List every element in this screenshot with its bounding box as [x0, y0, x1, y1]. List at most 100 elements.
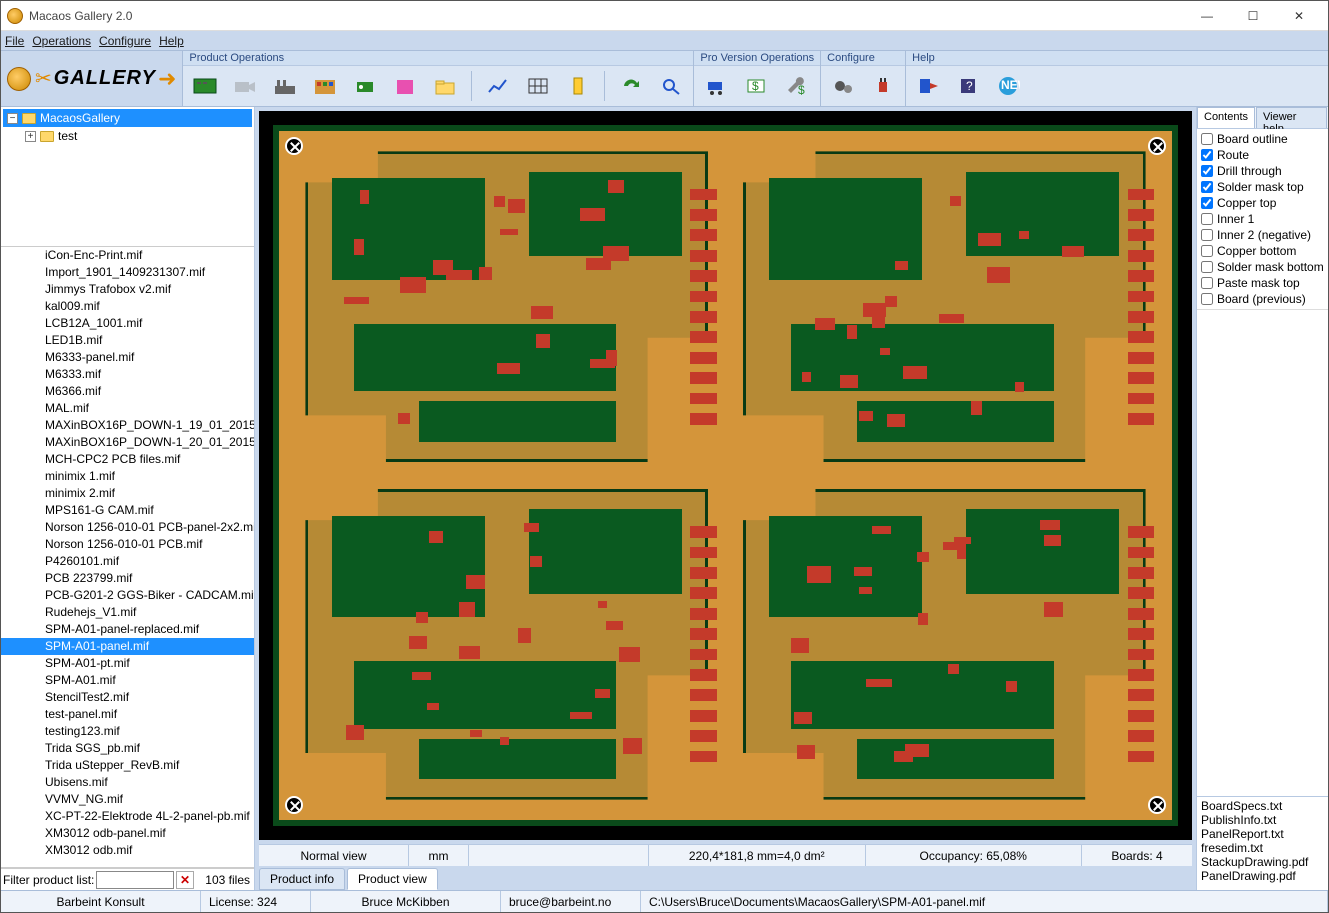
layer-checkbox[interactable]: Route	[1201, 147, 1324, 163]
tool-new-icon[interactable]: NEW!	[990, 68, 1026, 104]
maximize-button[interactable]: ☐	[1230, 1, 1276, 31]
tree-child[interactable]: + test	[3, 127, 252, 145]
layer-checkbox[interactable]: Solder mask top	[1201, 179, 1324, 195]
list-item[interactable]: M6333-panel.mif	[1, 349, 254, 366]
list-item[interactable]: StencilTest2.mif	[1, 689, 254, 706]
list-item[interactable]: Trida uStepper_RevB.mif	[1, 757, 254, 774]
list-item[interactable]: SPM-A01-panel.mif	[1, 638, 254, 655]
list-item[interactable]: LCB12A_1001.mif	[1, 315, 254, 332]
layer-checkbox[interactable]: Drill through	[1201, 163, 1324, 179]
list-item[interactable]: XC-PT-22-Elektrode 4L-2-panel-pb.mif	[1, 808, 254, 825]
menu-operations[interactable]: Operations	[32, 34, 91, 48]
checkbox[interactable]	[1201, 181, 1213, 193]
close-button[interactable]: ✕	[1276, 1, 1322, 31]
tool-search-icon[interactable]	[653, 68, 689, 104]
list-item[interactable]: SPM-A01-panel-replaced.mif	[1, 621, 254, 638]
tool-cart-icon[interactable]	[698, 68, 734, 104]
list-item[interactable]: PCB 223799.mif	[1, 570, 254, 587]
tool-grid-icon[interactable]	[520, 68, 556, 104]
minimize-button[interactable]: —	[1184, 1, 1230, 31]
layer-checkbox[interactable]: Paste mask top	[1201, 275, 1324, 291]
folder-tree[interactable]: − MacaosGallery + test	[1, 107, 254, 247]
tool-factory-icon[interactable]	[267, 68, 303, 104]
doc-item[interactable]: PanelDrawing.pdf	[1201, 869, 1324, 883]
list-item[interactable]: minimix 1.mif	[1, 468, 254, 485]
tool-gears-icon[interactable]	[825, 68, 861, 104]
list-item[interactable]: VVMV_NG.mif	[1, 791, 254, 808]
doc-item[interactable]: BoardSpecs.txt	[1201, 799, 1324, 813]
list-item[interactable]: PCB-G201-2 GGS-Biker - CADCAM.mif	[1, 587, 254, 604]
tab-contents[interactable]: Contents	[1197, 107, 1255, 128]
list-item[interactable]: Rudehejs_V1.mif	[1, 604, 254, 621]
tool-pink-icon[interactable]	[387, 68, 423, 104]
doc-list[interactable]: BoardSpecs.txtPublishInfo.txtPanelReport…	[1197, 796, 1328, 890]
list-item[interactable]: SPM-A01.mif	[1, 672, 254, 689]
doc-item[interactable]: fresedim.txt	[1201, 841, 1324, 855]
tool-plug-icon[interactable]	[865, 68, 901, 104]
checkbox[interactable]	[1201, 197, 1213, 209]
tool-wrench-money-icon[interactable]: $	[778, 68, 814, 104]
checkbox[interactable]	[1201, 277, 1213, 289]
list-item[interactable]: MAXinBOX16P_DOWN-1_19_01_2015.mif	[1, 417, 254, 434]
doc-item[interactable]: PublishInfo.txt	[1201, 813, 1324, 827]
file-list[interactable]: iCon-Enc-Print.mifImport_1901_1409231307…	[1, 247, 254, 868]
tool-board-icon[interactable]	[187, 68, 223, 104]
checkbox[interactable]	[1201, 261, 1213, 273]
tool-chart-icon[interactable]	[480, 68, 516, 104]
checkbox[interactable]	[1201, 229, 1213, 241]
tool-palette-icon[interactable]	[307, 68, 343, 104]
checkbox[interactable]	[1201, 245, 1213, 257]
tool-exit-icon[interactable]	[910, 68, 946, 104]
list-item[interactable]: XM3012 odb-panel.mif	[1, 825, 254, 842]
list-item[interactable]: MAL.mif	[1, 400, 254, 417]
list-item[interactable]: SPM-A01-pt.mif	[1, 655, 254, 672]
list-item[interactable]: MPS161-G CAM.mif	[1, 502, 254, 519]
list-item[interactable]: M6366.mif	[1, 383, 254, 400]
checkbox[interactable]	[1201, 293, 1213, 305]
layer-checkbox[interactable]: Inner 1	[1201, 211, 1324, 227]
list-item[interactable]: P4260101.mif	[1, 553, 254, 570]
tree-root[interactable]: − MacaosGallery	[3, 109, 252, 127]
list-item[interactable]: Norson 1256-010-01 PCB.mif	[1, 536, 254, 553]
list-item[interactable]: LED1B.mif	[1, 332, 254, 349]
doc-item[interactable]: StackupDrawing.pdf	[1201, 855, 1324, 869]
clear-filter-button[interactable]: ✕	[176, 871, 194, 889]
list-item[interactable]: Jimmys Trafobox v2.mif	[1, 281, 254, 298]
list-item[interactable]: minimix 2.mif	[1, 485, 254, 502]
list-item[interactable]: MCH-CPC2 PCB files.mif	[1, 451, 254, 468]
list-item[interactable]: test-panel.mif	[1, 706, 254, 723]
tool-refresh-icon[interactable]	[613, 68, 649, 104]
menu-file[interactable]: File	[5, 34, 24, 48]
list-item[interactable]: testing123.mif	[1, 723, 254, 740]
layer-checkbox[interactable]: Copper top	[1201, 195, 1324, 211]
layer-checkbox[interactable]: Inner 2 (negative)	[1201, 227, 1324, 243]
expand-icon[interactable]: +	[25, 131, 36, 142]
list-item[interactable]: iCon-Enc-Print.mif	[1, 247, 254, 264]
list-item[interactable]: M6333.mif	[1, 366, 254, 383]
list-item[interactable]: XM3012 odb.mif	[1, 842, 254, 859]
checkbox[interactable]	[1201, 133, 1213, 145]
tool-folder-icon[interactable]	[427, 68, 463, 104]
tool-ruler-icon[interactable]	[560, 68, 596, 104]
menu-configure[interactable]: Configure	[99, 34, 151, 48]
menu-help[interactable]: Help	[159, 34, 184, 48]
layer-checkbox[interactable]: Solder mask bottom	[1201, 259, 1324, 275]
tool-money-icon[interactable]: $	[738, 68, 774, 104]
tab-product-view[interactable]: Product view	[347, 868, 438, 890]
pcb-viewer[interactable]	[259, 111, 1192, 840]
checkbox[interactable]	[1201, 213, 1213, 225]
filter-input[interactable]	[96, 871, 174, 889]
list-item[interactable]: Trida SGS_pb.mif	[1, 740, 254, 757]
list-item[interactable]: Norson 1256-010-01 PCB-panel-2x2.mif	[1, 519, 254, 536]
collapse-icon[interactable]: −	[7, 113, 18, 124]
list-item[interactable]: Import_1901_1409231307.mif	[1, 264, 254, 281]
checkbox[interactable]	[1201, 149, 1213, 161]
tool-helpbook-icon[interactable]: ?	[950, 68, 986, 104]
tool-camera-icon[interactable]	[227, 68, 263, 104]
tab-viewer-help[interactable]: Viewer help	[1256, 107, 1327, 128]
layer-checkbox[interactable]: Copper bottom	[1201, 243, 1324, 259]
list-item[interactable]: Ubisens.mif	[1, 774, 254, 791]
list-item[interactable]: MAXinBOX16P_DOWN-1_20_01_2015.mif	[1, 434, 254, 451]
checkbox[interactable]	[1201, 165, 1213, 177]
list-item[interactable]: kal009.mif	[1, 298, 254, 315]
